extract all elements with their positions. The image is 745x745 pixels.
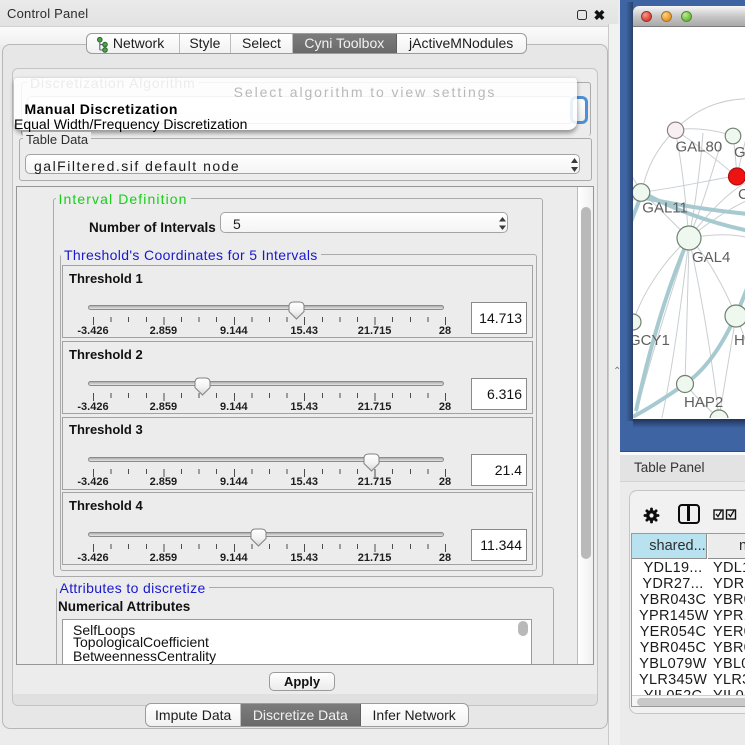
- svg-text:H: H: [734, 332, 745, 349]
- svg-text:GAL4: GAL4: [692, 249, 730, 266]
- svg-text:GAL11: GAL11: [642, 199, 688, 216]
- svg-text:GA: GA: [734, 144, 745, 161]
- svg-text:GAL80: GAL80: [676, 139, 723, 156]
- svg-text:HAP2: HAP2: [684, 394, 723, 411]
- svg-text:GCY1: GCY1: [633, 332, 670, 349]
- svg-text:C: C: [738, 186, 745, 203]
